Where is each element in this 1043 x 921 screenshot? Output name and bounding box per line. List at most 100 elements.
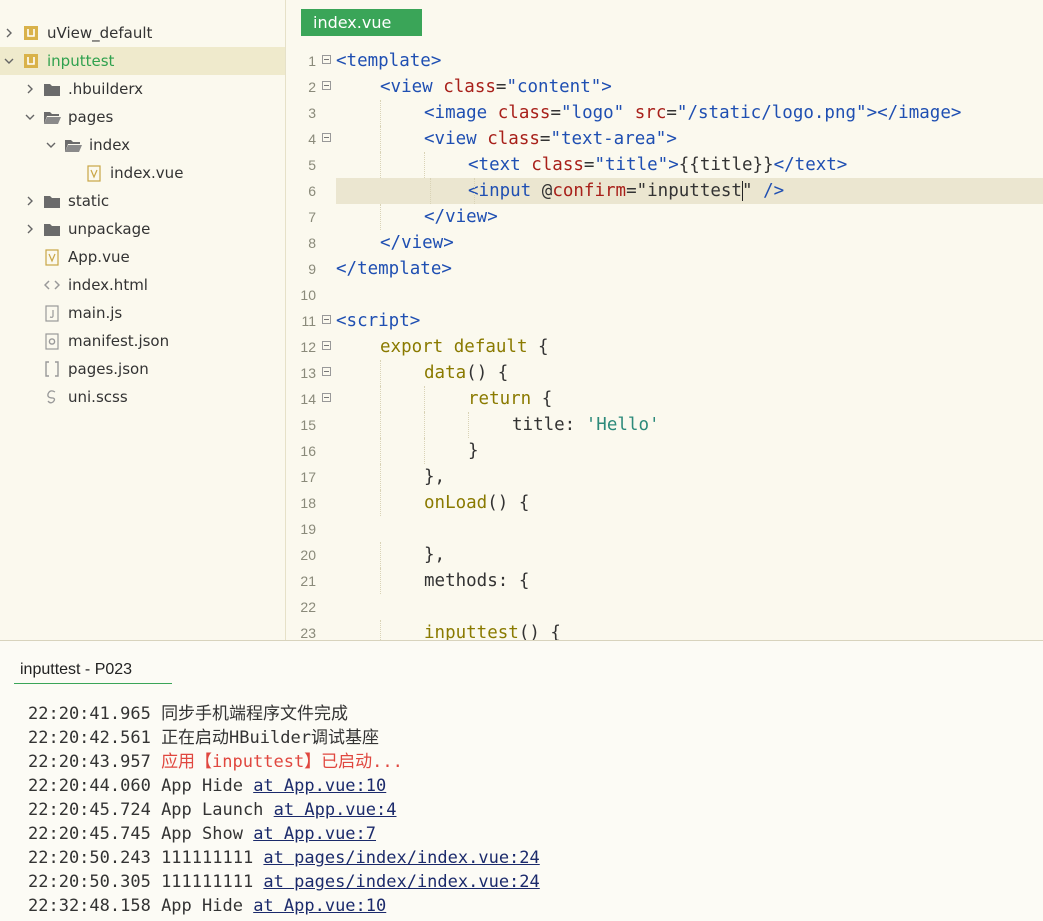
fold-toggle-icon[interactable]	[322, 133, 331, 142]
tree-item-index-html[interactable]: index.html	[0, 271, 285, 299]
code-token: class	[497, 103, 551, 123]
code-line[interactable]: 10	[286, 282, 1043, 308]
log-source-link[interactable]: at App.vue:7	[253, 824, 376, 844]
code-token: </view>	[424, 207, 498, 227]
line-number: 18	[300, 495, 316, 511]
line-number: 3	[308, 105, 316, 121]
fold-toggle-icon[interactable]	[322, 341, 331, 350]
chevron-down-icon[interactable]	[46, 140, 56, 150]
tree-item-pages[interactable]: pages	[0, 103, 285, 131]
tree-item-main-js[interactable]: main.js	[0, 299, 285, 327]
line-number: 15	[300, 417, 316, 433]
tree-item-index-vue[interactable]: index.vue	[0, 159, 285, 187]
log-source-link[interactable]: at App.vue:10	[253, 776, 386, 796]
console-panel: inputtest - P023 22:20:41.965 同步手机端程序文件完…	[0, 640, 1043, 921]
console-log-line: 22:20:42.561 正在启动HBuilder调试基座	[28, 726, 540, 750]
code-token: onLoad	[424, 493, 488, 513]
js-file-icon	[43, 304, 61, 322]
code-token: },	[424, 545, 446, 565]
code-line[interactable]: 17},	[286, 464, 1043, 490]
indent-guide	[380, 126, 381, 152]
indent-guide	[474, 178, 475, 204]
line-number: 1	[308, 53, 316, 69]
line-number: 10	[300, 287, 316, 303]
chevron-down-icon[interactable]	[4, 56, 14, 66]
code-line[interactable]: 5 <text class="title">{{title}}</text>	[286, 152, 1043, 178]
indent-guide	[380, 490, 381, 516]
code-line[interactable]: 15 title: 'Hello'	[286, 412, 1043, 438]
code-text: export default {	[336, 334, 549, 360]
tree-item-manifest-json[interactable]: manifest.json	[0, 327, 285, 355]
log-source-link[interactable]: at pages/index/index.vue:24	[263, 872, 539, 892]
project-inputtest[interactable]: inputtest	[0, 47, 285, 75]
project-icon	[22, 52, 40, 70]
code-line[interactable]: 4 <view class="text-area">	[286, 126, 1043, 152]
code-text: },	[336, 464, 445, 490]
tree-item-hbuilderx[interactable]: .hbuilderx	[0, 75, 285, 103]
code-line[interactable]: 8 </view>	[286, 230, 1043, 256]
project-uview-default[interactable]: uView_default	[0, 19, 285, 47]
code-line[interactable]: 19	[286, 516, 1043, 542]
code-lines[interactable]: 1 <template> 2 <view class="content"> 3 <imag…	[286, 48, 1043, 640]
code-line[interactable]: 12 export default {	[286, 334, 1043, 360]
tree-item-index[interactable]: index	[0, 131, 285, 159]
code-token: () {	[487, 493, 530, 513]
log-source-link[interactable]: at App.vue:4	[274, 800, 397, 820]
code-line[interactable]: 2 <view class="content">	[286, 74, 1043, 100]
fold-toggle-icon[interactable]	[322, 81, 331, 90]
console-tab[interactable]: inputtest - P023	[14, 661, 172, 684]
log-source-link[interactable]: at App.vue:10	[253, 896, 386, 916]
log-timestamp: 22:32:48.158	[28, 896, 162, 916]
indent-guide	[380, 360, 381, 386]
code-token: {	[541, 389, 553, 409]
chevron-down-icon[interactable]	[25, 112, 35, 122]
tree-item-app-vue[interactable]: App.vue	[0, 243, 285, 271]
code-line[interactable]: 3 <image class="logo" src="/static/logo.p…	[286, 100, 1043, 126]
line-number: 17	[300, 469, 316, 485]
code-line[interactable]: 1 <template>	[286, 48, 1043, 74]
code-token: "title"	[594, 155, 669, 175]
code-line[interactable]: 11 <script>	[286, 308, 1043, 334]
code-token: =	[550, 103, 561, 123]
code-editor[interactable]: index.vue 1 <template> 2 <view class="conte…	[286, 0, 1043, 640]
tree-item-uni-scss[interactable]: uni.scss	[0, 383, 285, 411]
fold-toggle-icon[interactable]	[322, 367, 331, 376]
chevron-right-icon[interactable]	[4, 28, 14, 38]
line-number: 14	[300, 391, 316, 407]
fold-toggle-icon[interactable]	[322, 393, 331, 402]
code-line[interactable]: 14 return {	[286, 386, 1043, 412]
code-line[interactable]: 7 </view>	[286, 204, 1043, 230]
tree-item-label: index.html	[68, 276, 148, 294]
log-source-link[interactable]: at pages/index/index.vue:24	[263, 848, 539, 868]
log-timestamp: 22:20:50.305	[28, 872, 162, 892]
code-line[interactable]: 23 inputtest() {	[286, 620, 1043, 640]
fold-toggle-icon[interactable]	[322, 315, 331, 324]
tab-index-vue[interactable]: index.vue	[301, 9, 422, 36]
code-line[interactable]: 22	[286, 594, 1043, 620]
code-token: <input	[468, 181, 542, 201]
code-text: methods: {	[336, 568, 529, 594]
console-log-line: 22:20:44.060 App Hide at App.vue:10	[28, 774, 540, 798]
code-line[interactable]: 21 methods: {	[286, 568, 1043, 594]
tree-item-pages-json[interactable]: pages.json	[0, 355, 285, 383]
code-token: </template>	[336, 259, 452, 279]
tree-item-unpackage[interactable]: unpackage	[0, 215, 285, 243]
code-line[interactable]: 6 <input @confirm="inputtest" />	[308, 178, 1043, 204]
code-token: <view	[380, 77, 444, 97]
fold-toggle-icon[interactable]	[322, 55, 331, 64]
code-line[interactable]: 9 </template>	[286, 256, 1043, 282]
code-line[interactable]: 18 onLoad() {	[286, 490, 1043, 516]
chevron-right-icon[interactable]	[25, 84, 35, 94]
chevron-right-icon[interactable]	[25, 196, 35, 206]
log-message: App Hide	[161, 776, 254, 796]
folder-icon	[43, 220, 61, 238]
code-line[interactable]: 13 data() {	[286, 360, 1043, 386]
code-token: export default	[380, 337, 539, 357]
tree-item-static[interactable]: static	[0, 187, 285, 215]
chevron-right-icon[interactable]	[25, 224, 35, 234]
code-line[interactable]: 20},	[286, 542, 1043, 568]
code-line[interactable]: 16}	[286, 438, 1043, 464]
